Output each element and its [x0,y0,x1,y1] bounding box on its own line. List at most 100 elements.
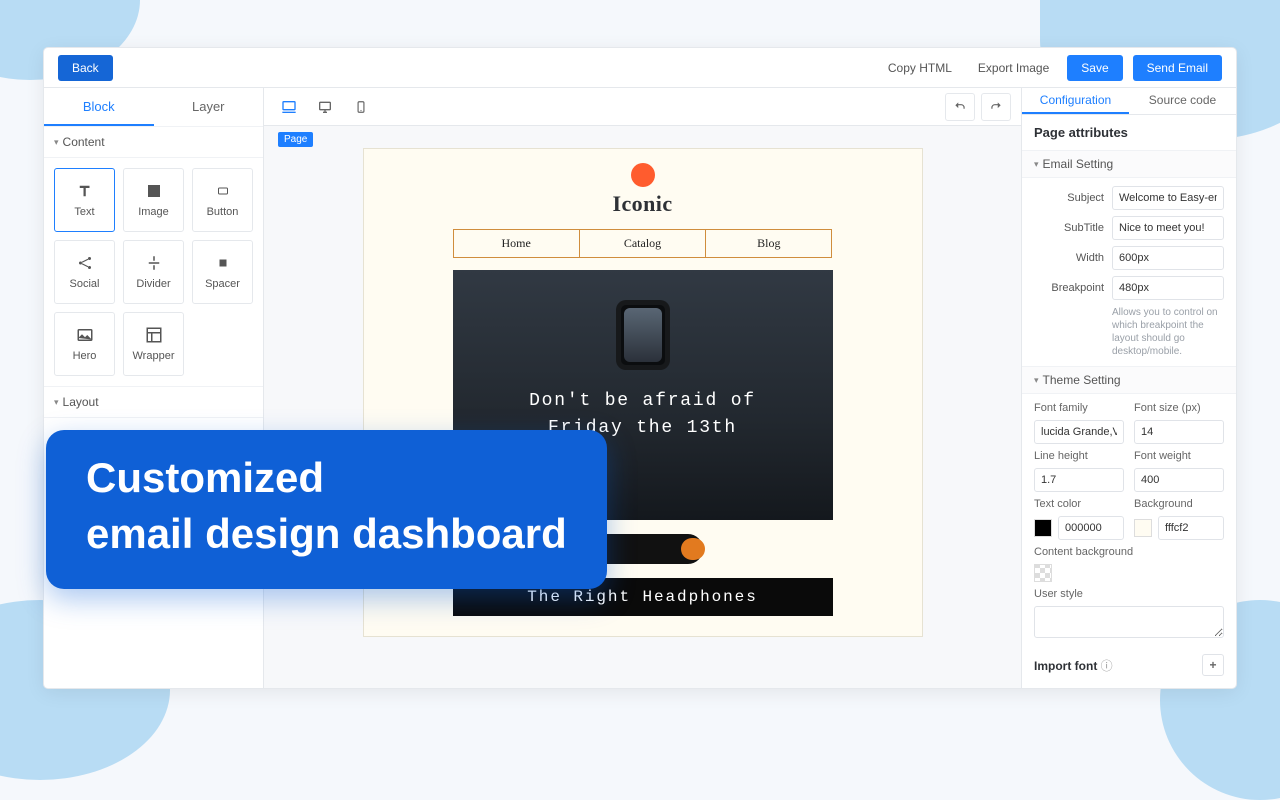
import-font-label: Import font ⓘ [1034,657,1113,674]
font-weight-input[interactable] [1134,468,1224,492]
label-font-family: Font family [1034,402,1124,414]
app-window: Back Copy HTML Export Image Save Send Em… [44,48,1236,688]
page-badge: Page [278,132,313,147]
bg-color-input[interactable] [1158,516,1224,540]
text-color-input[interactable] [1058,516,1124,540]
nav-catalog[interactable]: Catalog [579,229,705,258]
theme-setting-form: Font family Font size (px) Line height F… [1022,394,1236,646]
wrapper-icon [145,326,163,344]
content-bg-row [1034,564,1224,582]
spacer-icon [214,254,232,272]
label-content-bg: Content background [1034,546,1224,558]
tile-label: Spacer [205,278,240,290]
app-body: Block Layer Content Text Image [44,88,1236,688]
tile-button[interactable]: Button [192,168,253,232]
hero-line1: Don't be afraid of [529,388,756,415]
text-color-row [1034,516,1124,540]
back-button[interactable]: Back [58,55,113,81]
watch-icon [616,300,670,370]
theme-setting-header[interactable]: Theme Setting [1022,366,1236,394]
user-style-textarea[interactable] [1034,606,1224,638]
email-nav[interactable]: Home Catalog Blog [453,229,833,258]
brand-block[interactable]: Iconic [364,163,922,217]
cta-pill-fragment [681,538,705,560]
label-background: Background [1134,498,1224,510]
tab-source-code[interactable]: Source code [1129,88,1236,114]
desktop-wide-icon[interactable] [274,93,304,121]
import-font-row: Import font ⓘ + [1022,646,1236,688]
line-height-input[interactable] [1034,468,1124,492]
undo-button[interactable] [945,93,975,121]
tile-wrapper[interactable]: Wrapper [123,312,184,376]
canvas[interactable]: Page Iconic Home Catalog Blog Don't [264,126,1021,688]
info-icon: ⓘ [1101,659,1113,673]
caption-line1: Customized [86,454,567,502]
subject-input[interactable] [1112,186,1224,210]
label-subject: Subject [1034,192,1104,204]
right-panel: Configuration Source code Page attribute… [1022,88,1236,688]
tile-image[interactable]: Image [123,168,184,232]
tile-label: Wrapper [133,350,175,362]
export-image-button[interactable]: Export Image [970,55,1057,81]
center-panel: Page Iconic Home Catalog Blog Don't [264,88,1022,688]
social-icon [76,254,94,272]
page-attributes-title: Page attributes [1022,115,1236,150]
label-user-style: User style [1034,588,1224,600]
top-bar: Back Copy HTML Export Image Save Send Em… [44,48,1236,88]
content-bg-swatch[interactable] [1034,564,1052,582]
tile-social[interactable]: Social [54,240,115,304]
hero-icon [76,326,94,344]
label-text-color: Text color [1034,498,1124,510]
label-font-size: Font size (px) [1134,402,1224,414]
mobile-icon[interactable] [346,93,376,121]
tile-label: Divider [136,278,170,290]
save-button[interactable]: Save [1067,55,1122,81]
tile-label: Button [207,206,239,218]
tab-configuration[interactable]: Configuration [1022,88,1129,114]
tile-text[interactable]: Text [54,168,115,232]
nav-blog[interactable]: Blog [705,229,832,258]
desktop-icon[interactable] [310,93,340,121]
breakpoint-hint: Allows you to control on which breakpoin… [1112,306,1224,358]
send-email-button[interactable]: Send Email [1133,55,1222,81]
nav-home[interactable]: Home [453,229,579,258]
content-blocks-grid: Text Image Button [44,158,263,386]
width-input[interactable] [1112,246,1224,270]
image-icon [145,182,163,200]
tab-block[interactable]: Block [44,88,154,126]
tile-label: Social [70,278,100,290]
import-font-add-button[interactable]: + [1202,654,1224,676]
label-width: Width [1034,252,1104,264]
subtitle-input[interactable] [1112,216,1224,240]
section-layout-header[interactable]: Layout [44,386,263,418]
tile-label: Text [74,206,94,218]
font-size-input[interactable] [1134,420,1224,444]
tile-hero[interactable]: Hero [54,312,115,376]
tab-layer[interactable]: Layer [154,88,264,126]
button-icon [214,182,232,200]
marketing-caption: Customized email design dashboard [46,430,607,589]
font-family-input[interactable] [1034,420,1124,444]
tile-label: Hero [73,350,97,362]
copy-html-button[interactable]: Copy HTML [880,55,960,81]
sidebar-tabs: Block Layer [44,88,263,126]
tile-spacer[interactable]: Spacer [192,240,253,304]
breakpoint-input[interactable] [1112,276,1224,300]
tile-label: Image [138,206,169,218]
email-setting-header[interactable]: Email Setting [1022,150,1236,178]
right-tabs: Configuration Source code [1022,88,1236,115]
redo-button[interactable] [981,93,1011,121]
tile-divider[interactable]: Divider [123,240,184,304]
label-breakpoint: Breakpoint [1034,282,1104,294]
text-color-swatch[interactable] [1034,519,1052,537]
email-setting-form: Subject SubTitle Width Breakpoint Allows… [1022,178,1236,366]
bg-color-swatch[interactable] [1134,519,1152,537]
caption-line2: email design dashboard [86,510,567,558]
label-subtitle: SubTitle [1034,222,1104,234]
brand-logo-icon [631,163,655,187]
left-sidebar: Block Layer Content Text Image [44,88,264,688]
brand-name: Iconic [364,191,922,217]
preview-toolbar [264,88,1021,126]
section-content-header[interactable]: Content [44,126,263,158]
divider-icon [145,254,163,272]
